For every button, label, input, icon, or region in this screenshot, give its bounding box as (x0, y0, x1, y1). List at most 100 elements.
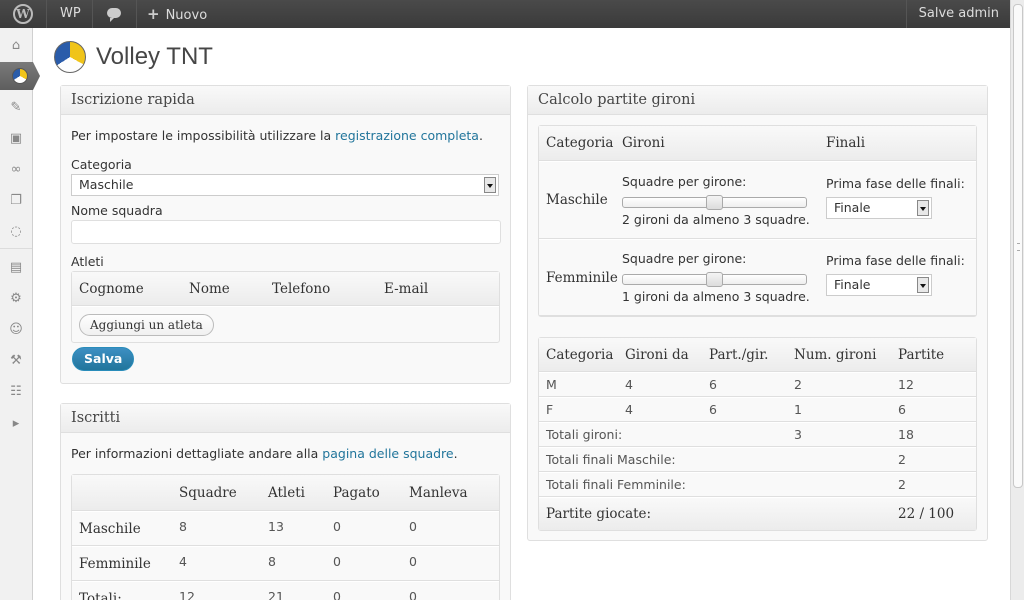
tools-icon[interactable]: ⚒ (0, 346, 32, 374)
new-content-label: Nuovo (165, 8, 208, 23)
appearance-icon[interactable]: ▤ (0, 253, 32, 281)
cell: 6 (898, 397, 976, 422)
teams-page-link[interactable]: pagina delle squadre (322, 446, 453, 461)
add-athlete-button[interactable]: Aggiungi un atleta (79, 313, 214, 336)
calc-table: Categoria Gironi Finali Maschile Squadre… (538, 125, 977, 317)
finali-maschile-row: Totali finali Maschile: 2 (539, 447, 976, 472)
col-pagato: Pagato (333, 475, 409, 511)
settings-icon[interactable]: ☷ (0, 377, 32, 405)
plus-icon: + (147, 5, 160, 23)
col-partite: Partite (898, 338, 976, 372)
save-button[interactable]: Salva (72, 347, 135, 371)
finali-maschile-value: 2 (898, 447, 976, 472)
page-scrollbar[interactable] (1010, 0, 1024, 600)
row-label: Totali: (72, 581, 179, 600)
media-icon[interactable]: ▣ (0, 124, 32, 152)
col-squadre: Squadre (179, 475, 268, 511)
table-row: Totali: 12 21 0 0 (72, 581, 499, 600)
info-suffix: . (453, 446, 458, 461)
col-part-gir: Part./gir. (709, 338, 794, 372)
col-gironi-da: Gironi da (625, 338, 709, 372)
finali-cell: Prima fase delle finali: Finale (826, 239, 976, 316)
row-label: Femminile (72, 546, 179, 581)
calc-box: Calcolo partite gironi Categoria Gironi … (527, 85, 988, 541)
category-row-maschile: Maschile Squadre per girone: 2 gironi da… (539, 161, 976, 239)
cell: 1 (794, 397, 898, 422)
nome-squadra-input[interactable] (71, 220, 501, 244)
squadre-slider[interactable] (622, 272, 807, 287)
users-icon[interactable]: ☺ (0, 315, 32, 343)
categoria-select[interactable]: Maschile (71, 174, 499, 196)
comments-icon[interactable] (107, 0, 123, 28)
cell: F (539, 397, 625, 422)
info-text: Per informazioni dettagliate andare alla (71, 446, 323, 461)
nome-squadra-label: Nome squadra (71, 203, 163, 218)
gironi-cell: Squadre per girone: 2 gironi da almeno 3… (622, 161, 826, 239)
atleti-label: Atleti (71, 254, 104, 269)
registered-table: Squadre Atleti Pagato Manleva Maschile 8… (71, 474, 500, 600)
col-categoria: Categoria (539, 338, 625, 372)
cell: 13 (268, 511, 333, 546)
totali-gironi-label: Totali gironi: (539, 422, 794, 447)
col-nome: Nome (189, 272, 272, 306)
cell: 6 (709, 397, 794, 422)
partite-giocate-value: 22 / 100 (898, 497, 976, 530)
cell: 0 (333, 581, 409, 600)
cell: 0 (409, 581, 499, 600)
totali-gironi-partite: 18 (898, 422, 976, 447)
dashboard-icon[interactable]: ⌂ (0, 31, 32, 59)
links-icon[interactable]: ∞ (0, 155, 32, 183)
squadre-slider[interactable] (622, 194, 807, 210)
cell: 8 (268, 546, 333, 581)
table-row: Femminile 4 8 0 0 (72, 546, 499, 581)
pin-icon[interactable]: ✎ (0, 93, 32, 121)
col-finali: Finali (826, 126, 976, 161)
slider-label: Squadre per girone: (622, 173, 747, 189)
col-email: E-mail (384, 272, 499, 306)
cell: 12 (898, 372, 976, 397)
quick-registration-box: Iscrizione rapida Per impostare le impos… (60, 85, 511, 384)
cell: 0 (409, 546, 499, 581)
calc-title: Calcolo partite gironi (528, 86, 987, 115)
category-name: Maschile (539, 161, 622, 239)
cell: 0 (409, 511, 499, 546)
cell: 12 (179, 581, 268, 600)
col-num-gironi: Num. gironi (794, 338, 898, 372)
finali-select[interactable]: Finale (826, 274, 932, 296)
slider-handle[interactable] (706, 272, 723, 287)
partite-giocate-label: Partite giocate: (539, 497, 898, 530)
cell: 21 (268, 581, 333, 600)
cell: 0 (333, 511, 409, 546)
finali-label: Prima fase delle finali: (826, 253, 965, 268)
cell: 4 (625, 397, 709, 422)
registered-info: Per informazioni dettagliate andare alla… (71, 446, 500, 461)
info-text: Per impostare le impossibilità utilizzar… (71, 128, 336, 143)
page-header: Volley TNT (54, 40, 213, 74)
admin-menu: ⌂ ✎ ▣ ∞ ❐ ◌ ▤ ⚙ ☺ ⚒ ☷ ▸ (0, 28, 40, 600)
table-row: M 4 6 2 12 (539, 372, 976, 397)
cell: 6 (709, 372, 794, 397)
col-gironi: Gironi (622, 126, 826, 161)
cell: 0 (333, 546, 409, 581)
summary-table: Categoria Gironi da Part./gir. Num. giro… (538, 337, 977, 531)
admin-bar: W WP + Nuovo Salve admin (0, 0, 1010, 28)
comments-icon[interactable]: ◌ (0, 217, 32, 245)
col-empty (72, 475, 179, 511)
collapse-icon[interactable]: ▸ (0, 409, 32, 437)
volley-icon[interactable] (0, 62, 40, 90)
finali-select[interactable]: Finale (826, 196, 932, 219)
account-menu[interactable]: Salve admin (919, 0, 999, 28)
cell: 2 (794, 372, 898, 397)
wordpress-logo-icon[interactable]: W (0, 0, 46, 28)
finali-femminile-value: 2 (898, 472, 976, 497)
scrollbar-thumb[interactable] (1013, 4, 1023, 488)
site-name-link[interactable]: WP (60, 0, 81, 28)
col-categoria: Categoria (539, 126, 622, 161)
categoria-label: Categoria (71, 157, 132, 172)
slider-handle[interactable] (706, 194, 723, 210)
plugins-icon[interactable]: ⚙ (0, 284, 32, 312)
new-content-button[interactable]: + Nuovo (147, 0, 207, 28)
pages-icon[interactable]: ❐ (0, 186, 32, 214)
full-registration-link[interactable]: registrazione completa (335, 128, 479, 143)
add-atleta-cell: Aggiungi un atleta (72, 306, 499, 342)
